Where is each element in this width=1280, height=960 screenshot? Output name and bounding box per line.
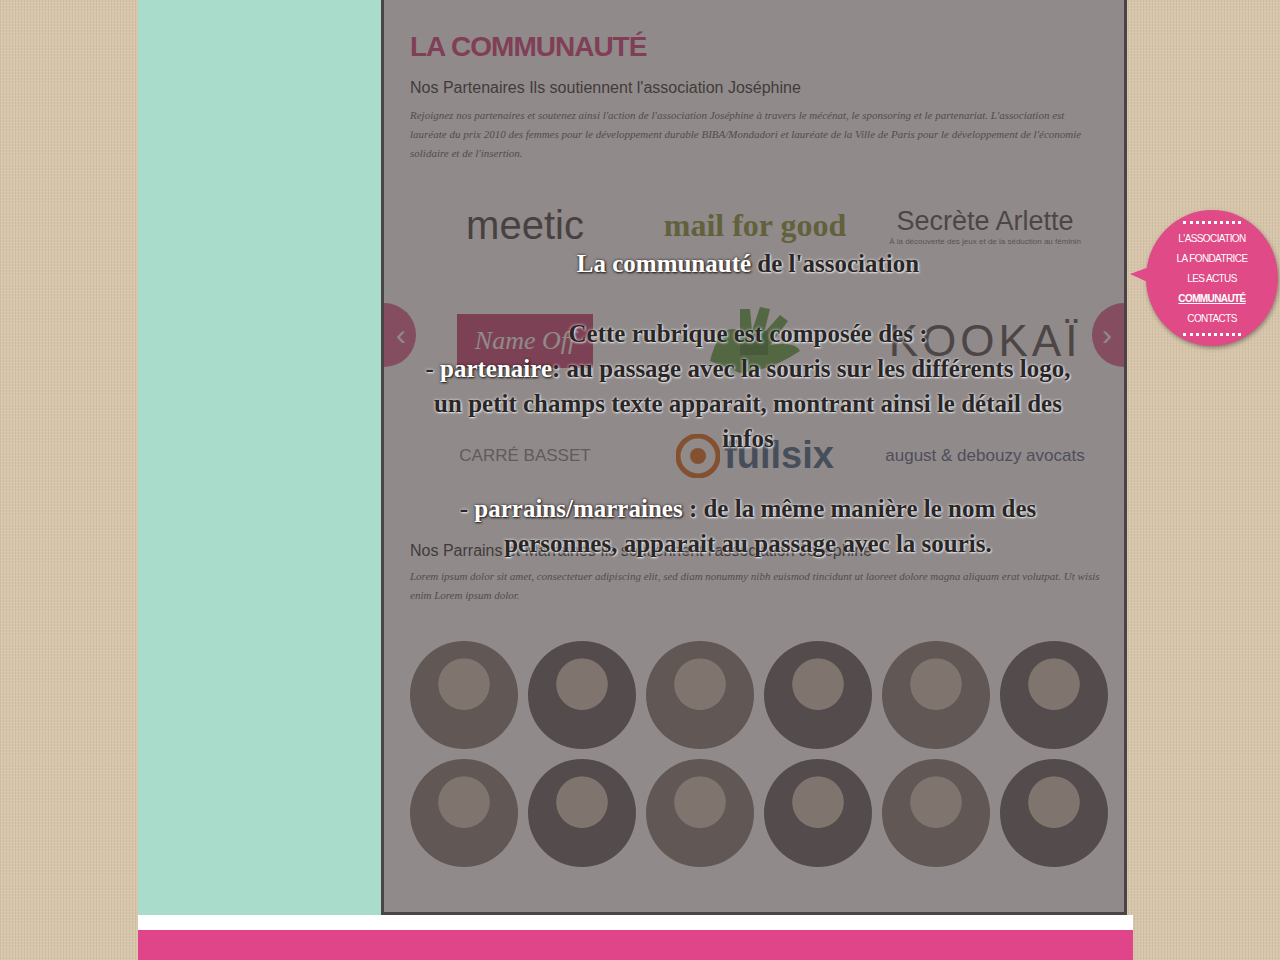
nav-item[interactable]: LES ACTUS <box>1187 270 1237 287</box>
dots-divider <box>1183 221 1241 224</box>
annotation-intro: Cette rubrique est composée des : <box>569 316 928 351</box>
content-panel: LA COMMUNAUTÉNos Partenaires Ils soutien… <box>381 0 1127 915</box>
page: LA COMMUNAUTÉNos Partenaires Ils soutien… <box>0 0 1280 960</box>
site-frame: LA COMMUNAUTÉNos Partenaires Ils soutien… <box>138 0 1133 960</box>
bottom-strip <box>138 915 1133 930</box>
annotation-title: La communauté de l'association <box>577 246 919 281</box>
nav-bubble: L'ASSOCIATION LA FONDATRICE LES ACTUS COMMU… <box>1146 210 1278 346</box>
annotation: La communauté de l'association Cette rubr… <box>394 246 1102 561</box>
nav-item[interactable]: COMMUNAUTÉ <box>1178 290 1245 307</box>
footer-bar <box>138 930 1133 960</box>
side-column <box>138 0 381 915</box>
dots-divider <box>1183 333 1241 336</box>
annotation-item: - parrains/marraines : de la même manièr… <box>413 491 1083 561</box>
nav-item[interactable]: LA FONDATRICE <box>1177 250 1248 267</box>
nav-item[interactable]: CONTACTS <box>1187 310 1236 327</box>
nav-item[interactable]: L'ASSOCIATION <box>1178 230 1245 247</box>
dim-overlay <box>384 0 1124 912</box>
main-row: LA COMMUNAUTÉNos Partenaires Ils soutien… <box>138 0 1133 915</box>
annotation-item: - partenaire: au passage avec la souris … <box>413 351 1083 456</box>
